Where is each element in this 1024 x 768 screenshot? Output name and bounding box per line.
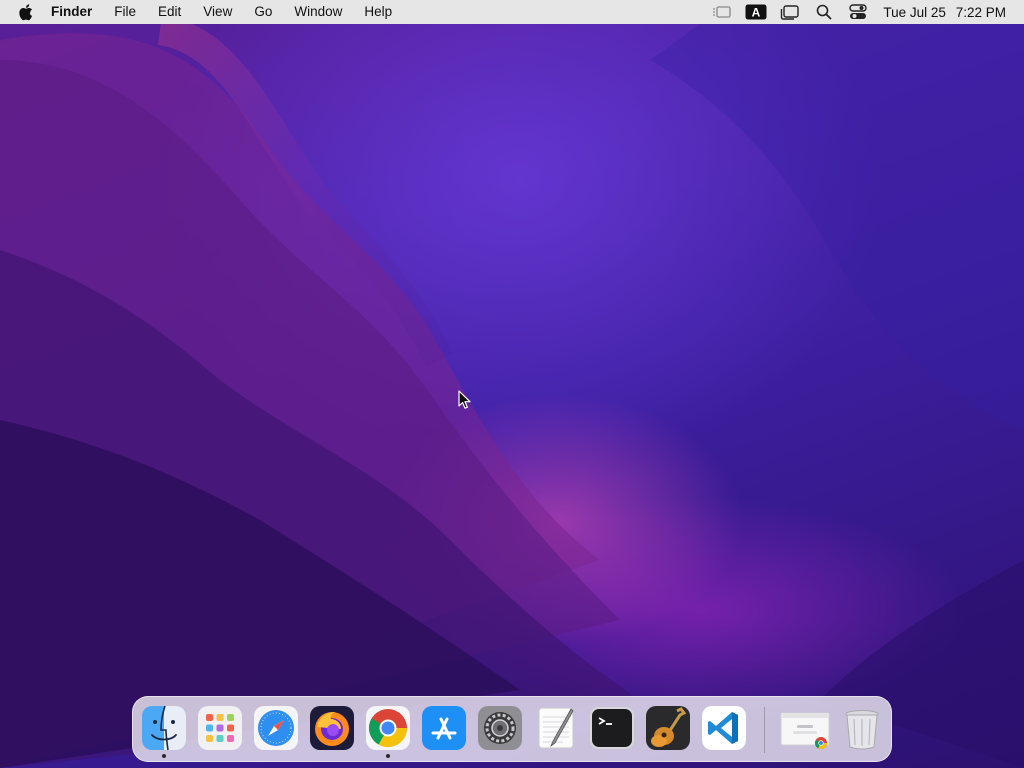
menubar-clock[interactable]: Tue Jul 25 7:22 PM (883, 5, 1006, 20)
textedit-icon (538, 707, 574, 749)
system-settings-icon (478, 706, 522, 750)
dock-textedit[interactable] (533, 705, 579, 751)
control-center-icon[interactable] (847, 3, 869, 21)
desktop-wallpaper (0, 0, 1024, 768)
dock-firefox[interactable] (309, 705, 355, 751)
dock-trash[interactable] (839, 705, 885, 751)
menu-bar: Finder File Edit View Go Window Help A T… (0, 0, 1024, 24)
dock-divider (764, 707, 765, 753)
terminal-icon (590, 707, 634, 749)
dock-chrome[interactable] (365, 705, 411, 758)
clock-time: 7:22 PM (955, 4, 1006, 20)
firefox-icon (310, 706, 354, 750)
mouse-pointer-icon (458, 390, 472, 410)
dock-vscode[interactable] (701, 705, 747, 751)
dock-safari[interactable] (253, 705, 299, 751)
input-source-icon[interactable]: A (745, 3, 767, 21)
dock-garageband[interactable] (645, 705, 691, 751)
app-store-icon (422, 706, 466, 750)
clock-date: Tue Jul 25 (883, 4, 946, 20)
menu-edit[interactable]: Edit (147, 0, 192, 24)
spotlight-search-icon[interactable] (813, 3, 835, 21)
dock (132, 696, 892, 762)
dock-app-store[interactable] (421, 705, 467, 751)
running-indicator (386, 754, 390, 758)
stage-manager-icon[interactable] (779, 3, 801, 21)
vscode-icon (702, 706, 746, 750)
apple-logo-icon[interactable] (18, 3, 34, 21)
menu-help[interactable]: Help (353, 0, 403, 24)
dock-terminal[interactable] (589, 705, 635, 751)
input-source-label: A (752, 6, 761, 20)
finder-icon (142, 705, 186, 751)
trash-icon (845, 710, 879, 750)
garageband-icon (646, 706, 690, 750)
launchpad-icon (198, 706, 242, 750)
safari-icon (254, 706, 298, 750)
menu-file[interactable]: File (103, 0, 147, 24)
screen-mirroring-icon[interactable] (711, 3, 733, 21)
minimized-chrome-window-icon (780, 712, 830, 750)
dock-minimized-chrome-window[interactable] (779, 705, 831, 751)
running-indicator (162, 754, 166, 758)
chrome-icon (366, 706, 410, 750)
dock-system-settings[interactable] (477, 705, 523, 751)
menu-app-finder[interactable]: Finder (40, 0, 103, 24)
dock-finder[interactable] (141, 705, 187, 758)
menu-go[interactable]: Go (243, 0, 283, 24)
menu-window[interactable]: Window (283, 0, 353, 24)
dock-launchpad[interactable] (197, 705, 243, 751)
menu-view[interactable]: View (192, 0, 243, 24)
